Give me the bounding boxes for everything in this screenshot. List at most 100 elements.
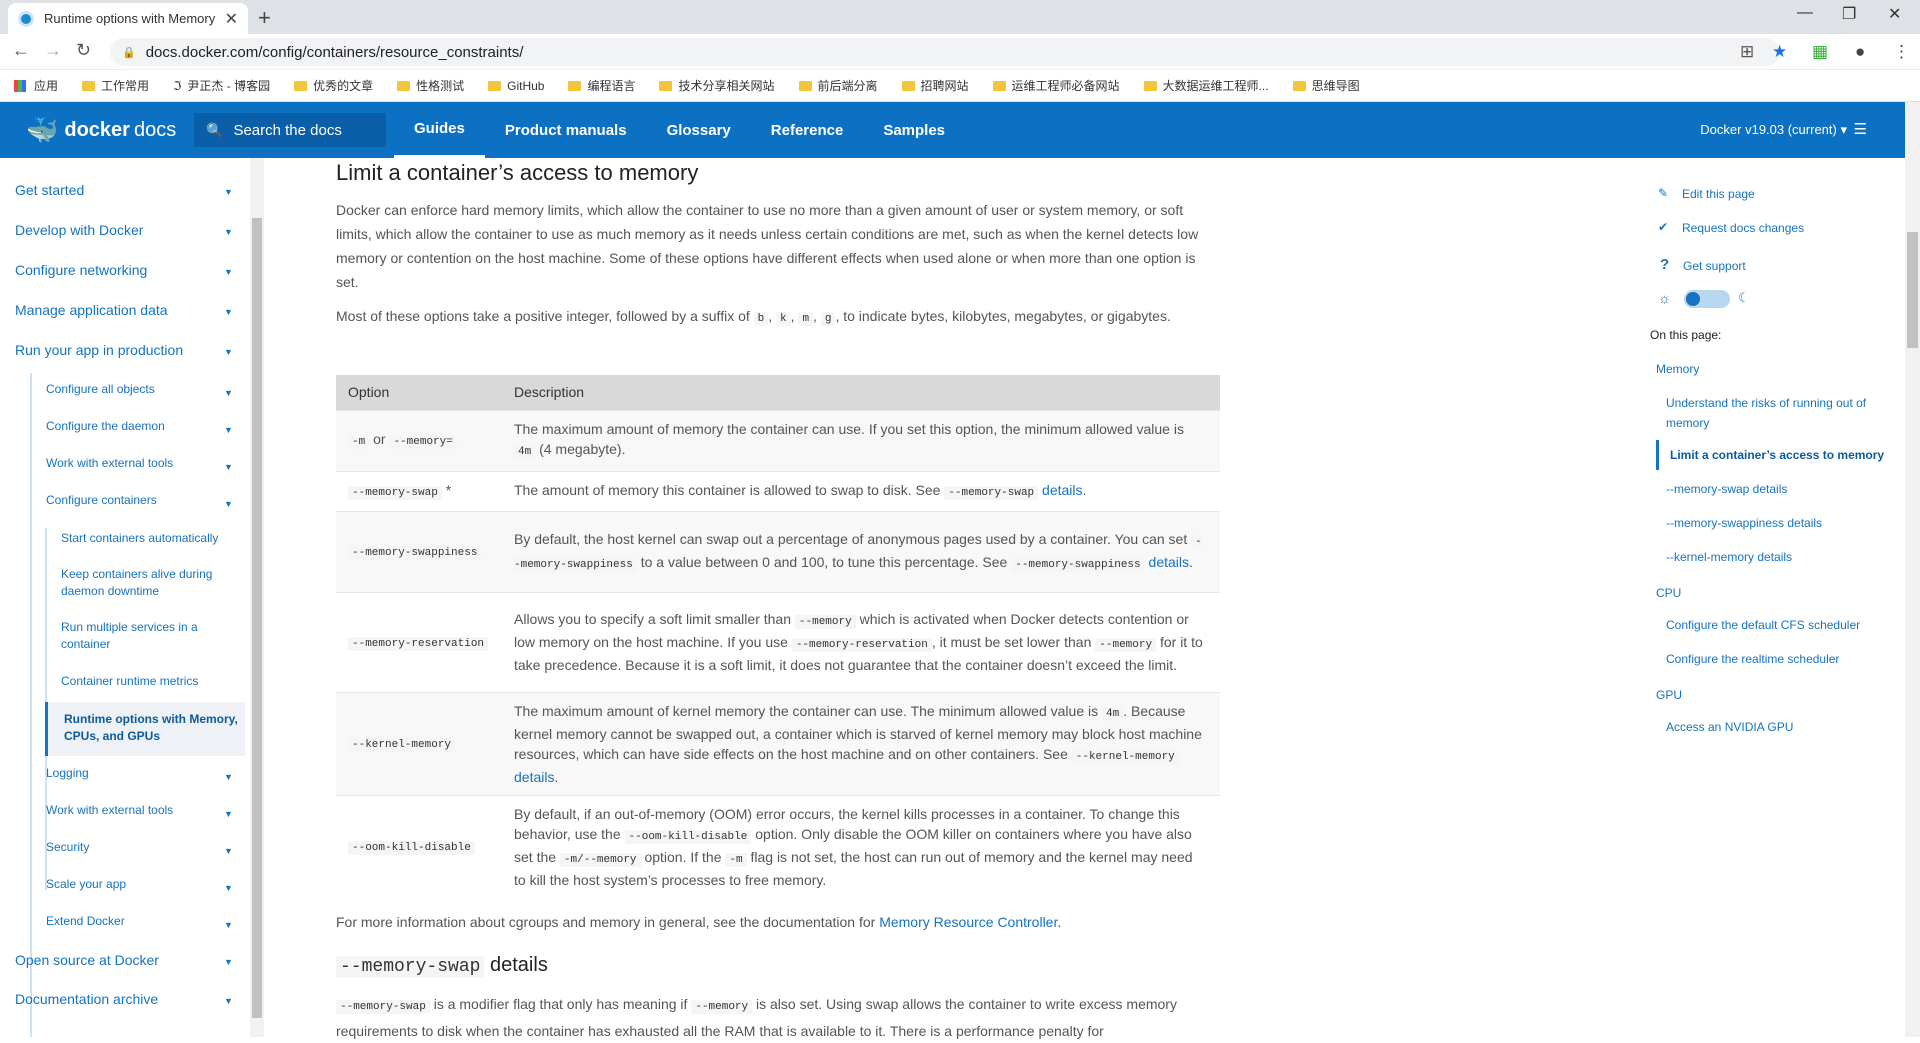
toc-memory[interactable]: Memory — [1656, 362, 1699, 376]
chevron-down-icon[interactable]: ▼ — [224, 307, 233, 317]
sidebar-item-extend[interactable]: Extend Docker — [46, 914, 125, 928]
toc-limit-memory-active[interactable]: Limit a container’s access to memory — [1670, 448, 1884, 462]
toc-kernel-memory[interactable]: --kernel-memory details — [1666, 550, 1792, 564]
chevron-down-icon[interactable]: ▼ — [224, 996, 233, 1006]
sidebar-item-scale[interactable]: Scale your app — [46, 877, 126, 891]
sidebar-item-logging[interactable]: Logging — [46, 766, 89, 780]
chevron-down-icon[interactable]: ▼ — [224, 425, 233, 435]
sidebar-item-multiple-services[interactable]: Run multiple services in a container — [61, 619, 236, 653]
sidebar-item-keep-alive[interactable]: Keep containers alive during daemon down… — [61, 566, 236, 600]
menu-list-icon[interactable]: ☰ — [1854, 120, 1867, 138]
option-cell: --memory-swappiness — [336, 510, 502, 592]
bookmark-item[interactable]: GitHub — [488, 79, 544, 93]
chevron-down-icon[interactable]: ▼ — [224, 957, 233, 967]
sidebar-item-open-source[interactable]: Open source at Docker — [15, 952, 159, 968]
nav-guides[interactable]: Guides — [394, 102, 485, 158]
bookmarks-bar: 应用 工作常用 ℑ 尹正杰 - 博客园 优秀的文章 性格测试 GitHub 编程语… — [0, 70, 1920, 102]
sidebar-item-start-containers[interactable]: Start containers automatically — [61, 530, 236, 547]
sidebar-scrollbar[interactable] — [250, 158, 264, 1037]
sidebar-item-external-tools-2[interactable]: Work with external tools — [46, 803, 173, 817]
sidebar-item-runtime-options-active[interactable]: Runtime options with Memory, CPUs, and G… — [64, 711, 239, 745]
reload-icon[interactable]: ↻ — [76, 40, 91, 61]
more-menu-icon[interactable]: ⋮ — [1893, 42, 1910, 62]
new-tab-icon[interactable]: + — [258, 5, 271, 31]
docker-docs-logo[interactable]: 🐳 docker docs — [26, 115, 186, 146]
bookmark-item[interactable]: 运维工程师必备网站 — [992, 77, 1120, 94]
bookmark-item[interactable]: 编程语言 — [568, 77, 635, 94]
bookmark-item[interactable]: 工作常用 — [82, 77, 149, 94]
request-changes-link[interactable]: Request docs changes — [1682, 221, 1804, 235]
bookmark-star-icon[interactable]: ★ — [1772, 42, 1787, 62]
page-scrollbar[interactable] — [1905, 102, 1920, 1037]
back-icon[interactable]: ← — [12, 40, 30, 61]
chevron-down-icon[interactable]: ▼ — [224, 187, 233, 197]
memory-resource-controller-link[interactable]: Memory Resource Controller — [879, 914, 1057, 930]
bookmark-item[interactable]: 优秀的文章 — [294, 77, 373, 94]
search-input[interactable]: 🔍 Search the docs — [194, 113, 386, 147]
version-dropdown[interactable]: Docker v19.03 (current) ▾ — [1700, 122, 1847, 138]
sidebar-item-production[interactable]: Run your app in production — [15, 342, 183, 358]
chevron-down-icon[interactable]: ▼ — [224, 809, 233, 819]
details-link[interactable]: details — [514, 769, 554, 785]
restore-icon[interactable]: ❐ — [1842, 4, 1856, 24]
bookmark-item[interactable]: ℑ 尹正杰 - 博客园 — [173, 77, 270, 94]
bookmark-apps[interactable]: 应用 — [14, 77, 58, 94]
sidebar-item-get-started[interactable]: Get started — [15, 182, 84, 198]
url-input[interactable]: 🔒 docs.docker.com/config/containers/reso… — [110, 38, 1780, 66]
minimize-icon[interactable]: — — [1797, 4, 1813, 22]
nav-reference[interactable]: Reference — [751, 102, 864, 158]
chevron-down-icon[interactable]: ▼ — [224, 883, 233, 893]
chevron-down-icon[interactable]: ▼ — [224, 462, 233, 472]
nav-samples[interactable]: Samples — [863, 102, 965, 158]
bookmark-item[interactable]: 前后端分离 — [798, 77, 878, 94]
toc-cfs-scheduler[interactable]: Configure the default CFS scheduler — [1666, 618, 1860, 632]
sidebar-scrollbar-thumb[interactable] — [252, 218, 262, 1018]
toc-nvidia-gpu[interactable]: Access an NVIDIA GPU — [1666, 720, 1793, 734]
toc-gpu[interactable]: GPU — [1656, 688, 1682, 702]
sidebar-item-archive[interactable]: Documentation archive — [15, 991, 158, 1007]
translate-icon[interactable]: ⊞ — [1740, 42, 1754, 62]
sidebar-item-develop[interactable]: Develop with Docker — [15, 222, 143, 238]
bookmark-item[interactable]: 招聘网站 — [901, 77, 969, 94]
theme-toggle[interactable] — [1684, 290, 1730, 308]
extension-icon[interactable]: ▦ — [1812, 42, 1828, 62]
sidebar-item-configure-objects[interactable]: Configure all objects — [46, 382, 155, 396]
sidebar-item-configure-daemon[interactable]: Configure the daemon — [46, 419, 165, 433]
sidebar-item-external-tools[interactable]: Work with external tools — [46, 456, 173, 470]
profile-icon[interactable]: ● — [1855, 42, 1865, 62]
bookmark-item[interactable]: 思维导图 — [1292, 77, 1360, 94]
get-support-link[interactable]: Get support — [1683, 259, 1746, 273]
sidebar-item-app-data[interactable]: Manage application data — [15, 302, 168, 318]
sidebar-item-runtime-metrics[interactable]: Container runtime metrics — [61, 673, 236, 690]
page-scrollbar-thumb[interactable] — [1907, 232, 1918, 348]
sidebar-item-security[interactable]: Security — [46, 840, 89, 854]
chevron-down-icon[interactable]: ▼ — [224, 499, 233, 509]
chevron-down-icon[interactable]: ▼ — [224, 388, 233, 398]
chevron-down-icon[interactable]: ▼ — [224, 227, 233, 237]
details-link[interactable]: details — [1149, 554, 1189, 570]
lock-icon: 🔒 — [122, 46, 136, 59]
toc-memory-swap[interactable]: --memory-swap details — [1666, 482, 1787, 496]
chevron-down-icon[interactable]: ▼ — [224, 347, 233, 357]
nav-glossary[interactable]: Glossary — [647, 102, 751, 158]
edit-page-link[interactable]: Edit this page — [1682, 187, 1755, 201]
chevron-down-icon[interactable]: ▼ — [224, 267, 233, 277]
chevron-down-icon[interactable]: ▼ — [224, 920, 233, 930]
toc-realtime-scheduler[interactable]: Configure the realtime scheduler — [1666, 652, 1839, 666]
toc-cpu[interactable]: CPU — [1656, 586, 1681, 600]
bookmark-item[interactable]: 大数据运维工程师... — [1143, 77, 1269, 94]
chevron-down-icon[interactable]: ▼ — [224, 846, 233, 856]
nav-product-manuals[interactable]: Product manuals — [485, 102, 647, 158]
close-window-icon[interactable]: ✕ — [1888, 4, 1901, 24]
browser-tab[interactable]: Runtime options with Memory ✕ — [8, 3, 248, 34]
toc-understand-risks[interactable]: Understand the risks of running out of m… — [1666, 393, 1876, 433]
sidebar-item-configure-containers[interactable]: Configure containers — [46, 493, 157, 507]
bookmark-item[interactable]: 技术分享相关网站 — [659, 77, 775, 94]
close-tab-icon[interactable]: ✕ — [225, 9, 238, 29]
details-link[interactable]: details — [1042, 482, 1082, 498]
sidebar-item-networking[interactable]: Configure networking — [15, 262, 147, 278]
toc-memory-swappiness[interactable]: --memory-swappiness details — [1666, 516, 1822, 530]
bookmark-item[interactable]: 性格测试 — [397, 77, 464, 94]
chevron-down-icon[interactable]: ▼ — [224, 772, 233, 782]
forward-icon[interactable]: → — [44, 40, 62, 61]
